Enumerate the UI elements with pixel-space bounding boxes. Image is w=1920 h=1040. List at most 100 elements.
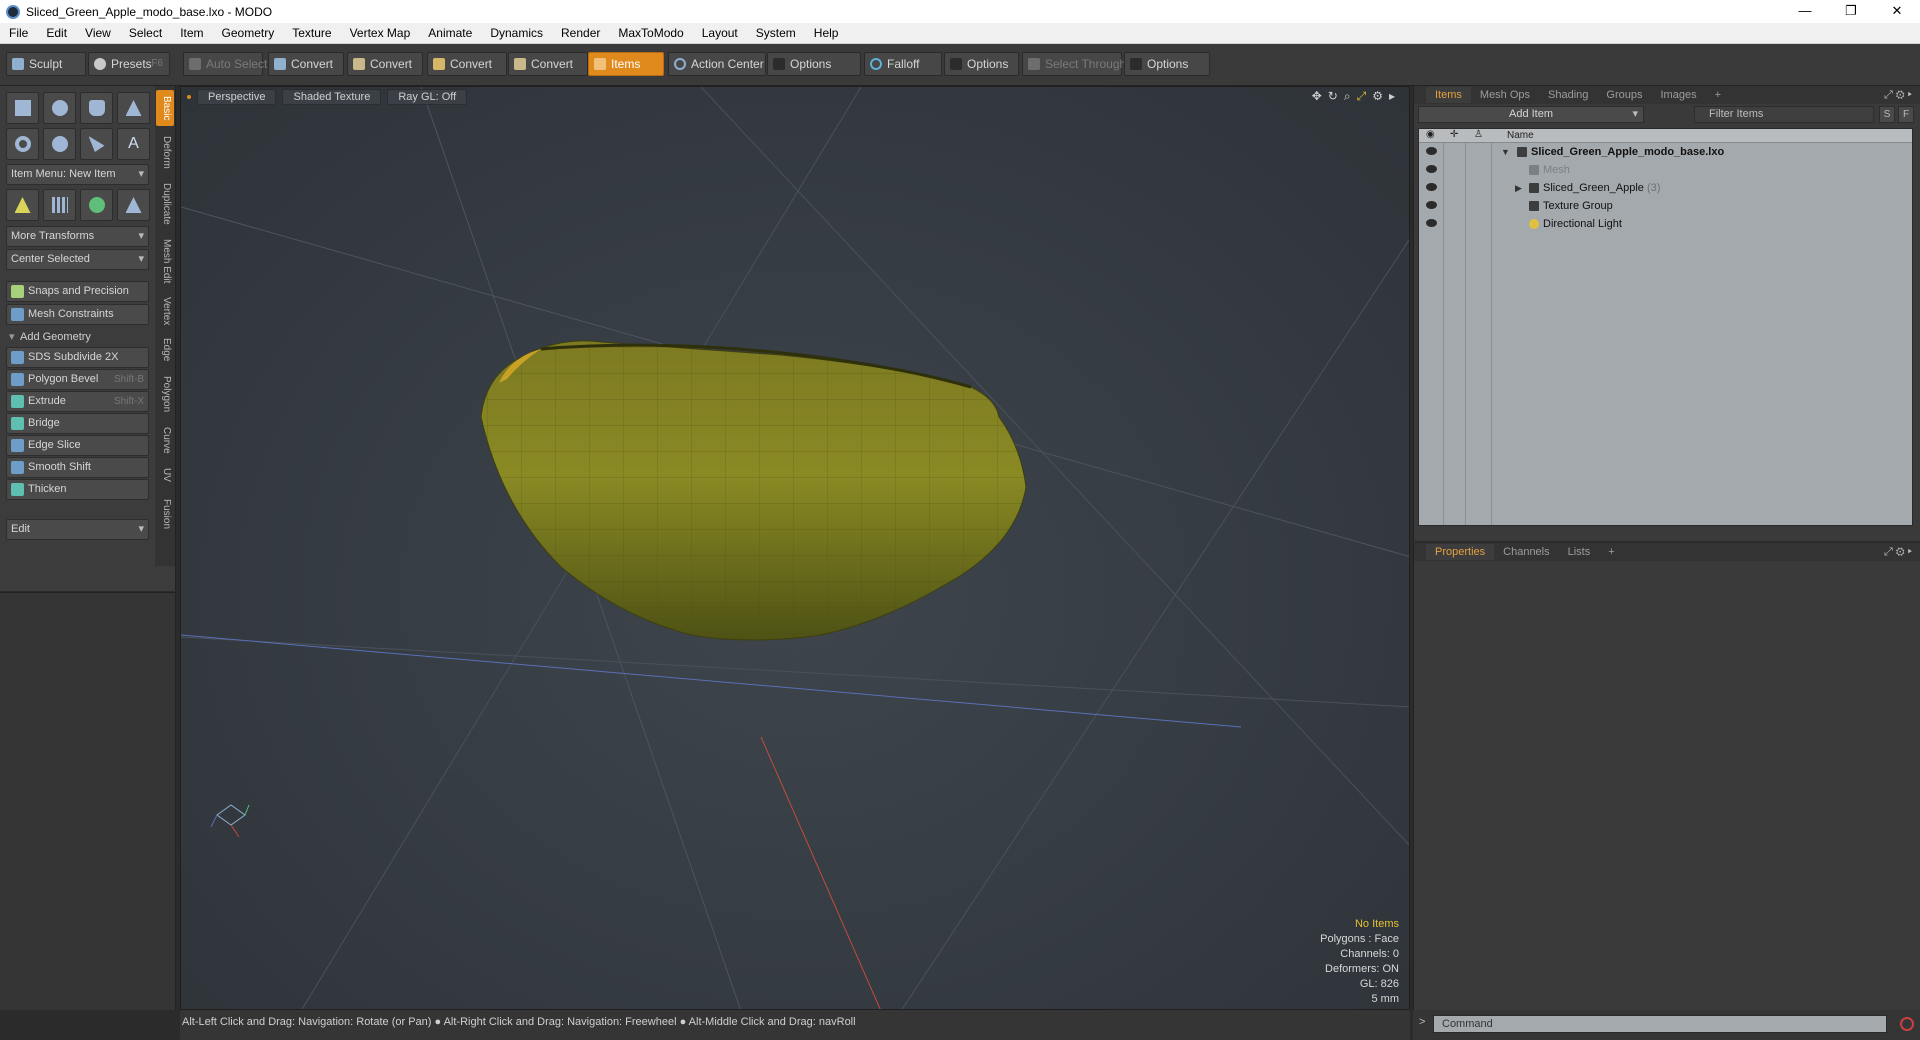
tab-mesh-edit[interactable]: Mesh Edit bbox=[156, 234, 174, 288]
convert-edge-button[interactable]: Convert bbox=[347, 52, 423, 76]
tab-uv[interactable]: UV bbox=[156, 462, 174, 488]
tab-images[interactable]: Images bbox=[1652, 87, 1706, 103]
options-button-1[interactable]: Options bbox=[767, 52, 861, 76]
menu-system[interactable]: System bbox=[747, 26, 805, 40]
tab-edge[interactable]: Edge bbox=[156, 334, 174, 366]
bridge-button[interactable]: Bridge bbox=[6, 413, 149, 434]
menu-maxtomodo[interactable]: MaxToModo bbox=[609, 26, 692, 40]
presets-button[interactable]: Presets F6 bbox=[88, 52, 170, 76]
transform-tool[interactable] bbox=[6, 189, 39, 221]
menu-render[interactable]: Render bbox=[552, 26, 609, 40]
rotate-icon[interactable]: ↻ bbox=[1328, 89, 1338, 104]
name-column-header[interactable]: Name bbox=[1507, 130, 1534, 141]
tab-properties[interactable]: Properties bbox=[1426, 544, 1495, 560]
tab-basic[interactable]: Basic bbox=[156, 90, 174, 126]
grid-tool[interactable] bbox=[43, 189, 76, 221]
menu-help[interactable]: Help bbox=[805, 26, 848, 40]
pyramid-tool[interactable] bbox=[117, 189, 150, 221]
globe-tool[interactable] bbox=[80, 189, 113, 221]
restore-button[interactable]: ❐ bbox=[1828, 0, 1874, 23]
visibility-eye-icon[interactable] bbox=[1426, 183, 1437, 191]
text-tool[interactable]: A bbox=[117, 128, 150, 160]
cube-tool[interactable] bbox=[6, 92, 39, 124]
visibility-eye-icon[interactable] bbox=[1426, 147, 1437, 155]
perspective-view-tab[interactable]: Perspective bbox=[197, 89, 277, 105]
record-macro-icon[interactable] bbox=[1900, 1017, 1914, 1031]
tab-curve[interactable]: Curve bbox=[156, 422, 174, 458]
minimize-button[interactable]: — bbox=[1782, 0, 1828, 23]
edit-dropdown[interactable]: Edit bbox=[6, 519, 149, 540]
tab-polygon[interactable]: Polygon bbox=[156, 370, 174, 418]
pen-tool[interactable] bbox=[80, 128, 113, 160]
mesh-constraints-button[interactable]: Mesh Constraints bbox=[6, 304, 149, 325]
3d-viewport[interactable]: Perspective Shaded Texture Ray GL: Off ✥… bbox=[180, 86, 1410, 1010]
zoom-icon[interactable]: ⌕ bbox=[1344, 89, 1351, 104]
tree-row-scene[interactable]: ▼ Sliced_Green_Apple_modo_base.lxo bbox=[1419, 143, 1912, 161]
select-through-button[interactable]: Select Through bbox=[1022, 52, 1126, 76]
convert-vertex-button[interactable]: Convert bbox=[268, 52, 344, 76]
visibility-eye-icon[interactable] bbox=[1426, 219, 1437, 227]
tab-channels[interactable]: Channels bbox=[1494, 544, 1558, 560]
tab-items[interactable]: Items bbox=[1426, 87, 1471, 103]
ray-gl-tab[interactable]: Ray GL: Off bbox=[387, 89, 468, 105]
more-transforms-dropdown[interactable]: More Transforms bbox=[6, 226, 149, 247]
torus-tool[interactable] bbox=[6, 128, 39, 160]
thicken-button[interactable]: Thicken bbox=[6, 479, 149, 500]
filter-items-input[interactable]: Filter Items bbox=[1694, 106, 1874, 123]
falloff-button[interactable]: Falloff bbox=[864, 52, 942, 76]
item-menu-dropdown[interactable]: Item Menu: New Item bbox=[6, 164, 149, 185]
sds-subdivide-button[interactable]: SDS Subdivide 2X bbox=[6, 347, 149, 368]
menu-vertex-map[interactable]: Vertex Map bbox=[341, 26, 420, 40]
convert-polygon-button[interactable]: Convert bbox=[427, 52, 507, 76]
menu-dynamics[interactable]: Dynamics bbox=[481, 26, 552, 40]
menu-geometry[interactable]: Geometry bbox=[213, 26, 284, 40]
snaps-precision-button[interactable]: Snaps and Precision bbox=[6, 281, 149, 302]
tab-mesh-ops[interactable]: Mesh Ops bbox=[1471, 87, 1539, 103]
cone-tool[interactable] bbox=[117, 92, 150, 124]
tree-row-sliced-green-apple[interactable]: ▶ Sliced_Green_Apple (3) bbox=[1419, 179, 1912, 197]
tree-row-directional-light[interactable]: Directional Light bbox=[1419, 215, 1912, 233]
tab-deform[interactable]: Deform bbox=[156, 130, 174, 174]
command-input[interactable]: Command bbox=[1433, 1015, 1887, 1033]
collapse-arrow-icon[interactable]: ▼ bbox=[1501, 143, 1510, 161]
menu-layout[interactable]: Layout bbox=[693, 26, 747, 40]
pan-icon[interactable]: ✥ bbox=[1312, 89, 1322, 104]
tab-vertex[interactable]: Vertex bbox=[156, 292, 174, 330]
menu-edit[interactable]: Edit bbox=[37, 26, 76, 40]
options-button-2[interactable]: Options bbox=[944, 52, 1019, 76]
fit-icon[interactable]: ⤢ bbox=[1357, 89, 1367, 104]
visibility-eye-icon[interactable] bbox=[1426, 201, 1437, 209]
smooth-shift-button[interactable]: Smooth Shift bbox=[6, 457, 149, 478]
items-mode-button[interactable]: Items bbox=[588, 52, 664, 76]
add-item-dropdown[interactable]: Add Item bbox=[1418, 106, 1644, 123]
convert-material-button[interactable]: Convert bbox=[508, 52, 588, 76]
tree-row-mesh[interactable]: Mesh bbox=[1419, 161, 1912, 179]
options-button-3[interactable]: Options bbox=[1124, 52, 1210, 76]
visibility-eye-icon[interactable] bbox=[1426, 165, 1437, 173]
close-button[interactable]: ✕ bbox=[1874, 0, 1920, 23]
extrude-button[interactable]: Extrude Shift-X bbox=[6, 391, 149, 412]
sculpt-button[interactable]: Sculpt bbox=[6, 52, 86, 76]
polygon-bevel-button[interactable]: Polygon Bevel Shift-B bbox=[6, 369, 149, 390]
edge-slice-button[interactable]: Edge Slice bbox=[6, 435, 149, 456]
sphere-tool[interactable] bbox=[43, 92, 76, 124]
cylinder-tool[interactable] bbox=[80, 92, 113, 124]
tab-lists[interactable]: Lists bbox=[1559, 544, 1600, 560]
add-geometry-section[interactable]: Add Geometry bbox=[6, 328, 149, 346]
menu-view[interactable]: View bbox=[76, 26, 120, 40]
filter-s-button[interactable]: S bbox=[1879, 106, 1895, 123]
viewport-menu-arrow-icon[interactable]: ▸ bbox=[1389, 89, 1395, 104]
add-tab-button[interactable]: + bbox=[1706, 87, 1730, 103]
menu-texture[interactable]: Texture bbox=[283, 26, 340, 40]
auto-select-button[interactable]: Auto Select bbox=[183, 52, 267, 76]
panel-options-icon[interactable]: ⤢ ⚙ ▸ bbox=[1884, 89, 1912, 102]
capsule-tool[interactable] bbox=[43, 128, 76, 160]
center-selected-dropdown[interactable]: Center Selected bbox=[6, 249, 149, 270]
menu-file[interactable]: File bbox=[0, 26, 37, 40]
panel-options-icon[interactable]: ⤢ ⚙ ▸ bbox=[1884, 546, 1912, 559]
tab-shading[interactable]: Shading bbox=[1539, 87, 1597, 103]
action-center-button[interactable]: Action Center bbox=[668, 52, 766, 76]
add-tab-button[interactable]: + bbox=[1599, 544, 1623, 560]
menu-select[interactable]: Select bbox=[120, 26, 171, 40]
menu-animate[interactable]: Animate bbox=[419, 26, 481, 40]
